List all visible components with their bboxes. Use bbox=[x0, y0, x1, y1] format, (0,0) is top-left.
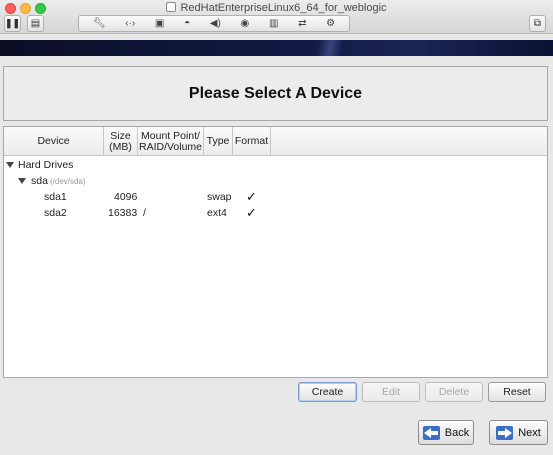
reset-button-label: Reset bbox=[503, 386, 531, 398]
page-title: Please Select A Device bbox=[188, 84, 363, 102]
disk-name: sda bbox=[31, 175, 48, 187]
tree-row-partition[interactable]: sda1 4096 swap ✓ bbox=[4, 189, 547, 205]
group-label: Hard Drives bbox=[18, 159, 74, 171]
device-toolbar: 🔧︎ ‹·› ▣ ◓ ◀) ◉ ▥ ⇄ ⚙︎ bbox=[78, 15, 350, 32]
column-device-label: Device bbox=[37, 135, 70, 147]
snapshot-icon: ▤ bbox=[30, 18, 41, 29]
column-size-label: Size (MB) bbox=[109, 130, 132, 153]
window-titlebar: RedHatEnterpriseLinux6_64_for_weblogic ❚… bbox=[0, 0, 553, 34]
fullscreen-icon: ⧉ bbox=[533, 18, 542, 29]
column-header-mount[interactable]: Mount Point/RAID/Volume bbox=[138, 127, 204, 156]
format-check-icon: ✓ bbox=[246, 189, 257, 204]
back-button-label: Back bbox=[444, 426, 470, 439]
arrow-left-icon bbox=[422, 425, 440, 440]
column-mount-line2: RAID/Volume bbox=[138, 140, 203, 153]
edit-button[interactable]: Edit bbox=[362, 382, 420, 402]
window-title: RedHatEnterpriseLinux6_64_for_weblogic bbox=[0, 2, 553, 14]
next-button-label: Next bbox=[518, 426, 541, 439]
usb-icon[interactable]: ⇄ bbox=[298, 18, 306, 29]
expander-down-icon[interactable] bbox=[6, 162, 14, 168]
sound-icon[interactable]: ◀) bbox=[210, 18, 221, 29]
printer-icon[interactable]: ▥ bbox=[269, 18, 278, 29]
heading-panel: Please Select A Device bbox=[3, 66, 548, 121]
tree-row-disk-sda[interactable]: sda (/dev/sda) bbox=[4, 173, 547, 189]
wrench-icon[interactable]: 🔧︎ bbox=[93, 18, 106, 29]
arrow-right-icon bbox=[496, 425, 514, 440]
disk-icon[interactable]: ◓ bbox=[184, 18, 190, 29]
column-header-type[interactable]: Type bbox=[204, 127, 233, 156]
installer-banner bbox=[0, 40, 553, 56]
column-type-label: Type bbox=[206, 135, 230, 147]
column-mount-label: Mount Point/RAID/Volume bbox=[138, 130, 203, 153]
partition-device: sda1 bbox=[44, 191, 67, 203]
expander-down-icon[interactable] bbox=[18, 178, 26, 184]
column-format-label: Format bbox=[234, 135, 269, 147]
partition-size: 16383 bbox=[108, 207, 138, 219]
partition-size: 4096 bbox=[114, 191, 138, 203]
create-button-label: Create bbox=[311, 386, 344, 398]
reset-button[interactable]: Reset bbox=[488, 382, 546, 402]
column-header-device[interactable]: Device bbox=[4, 127, 104, 156]
delete-button[interactable]: Delete bbox=[425, 382, 483, 402]
partition-type: swap bbox=[207, 191, 232, 203]
partition-mount: / bbox=[143, 207, 146, 219]
format-check-icon: ✓ bbox=[246, 205, 257, 220]
pause-button[interactable]: ❚❚ bbox=[4, 15, 21, 32]
back-button[interactable]: Back bbox=[418, 420, 474, 445]
snapshot-button[interactable]: ▤ bbox=[27, 15, 44, 32]
column-header-format[interactable]: Format bbox=[233, 127, 271, 156]
partition-device: sda2 bbox=[44, 207, 67, 219]
create-button[interactable]: Create bbox=[298, 382, 357, 402]
edit-button-label: Edit bbox=[381, 386, 401, 398]
floppy-icon[interactable]: ▣ bbox=[155, 18, 164, 29]
pause-icon: ❚❚ bbox=[4, 18, 21, 28]
column-size-line2: (MB) bbox=[109, 140, 132, 153]
fullscreen-button[interactable]: ⧉ bbox=[529, 15, 546, 32]
tree-header: Device Size (MB) Mount Point/RAID/Volume … bbox=[4, 127, 547, 156]
delete-button-label: Delete bbox=[438, 386, 470, 398]
tree-row-hard-drives[interactable]: Hard Drives bbox=[4, 157, 547, 173]
disk-path: (/dev/sda) bbox=[50, 177, 86, 186]
partition-type: ext4 bbox=[207, 207, 227, 219]
column-header-size[interactable]: Size (MB) bbox=[104, 127, 138, 156]
device-tree[interactable]: Device Size (MB) Mount Point/RAID/Volume … bbox=[3, 126, 548, 378]
window-title-text: RedHatEnterpriseLinux6_64_for_weblogic bbox=[180, 2, 387, 14]
tree-row-partition[interactable]: sda2 16383 / ext4 ✓ bbox=[4, 205, 547, 221]
next-button[interactable]: Next bbox=[489, 420, 548, 445]
network-icon[interactable]: ‹·› bbox=[125, 18, 135, 29]
camera-icon[interactable]: ◉ bbox=[241, 18, 250, 29]
settings-icon[interactable]: ⚙︎ bbox=[326, 18, 335, 29]
vm-icon bbox=[166, 2, 177, 12]
